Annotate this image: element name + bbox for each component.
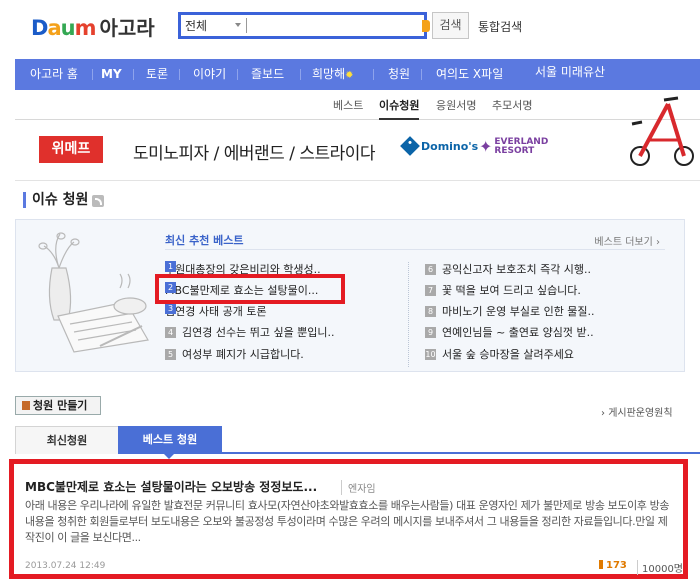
- search-divider: [246, 18, 247, 33]
- signature-count: 173: [599, 560, 627, 571]
- search-marker-icon: [422, 20, 430, 32]
- rank-title: 김연경 사태 공개 토론: [165, 305, 267, 318]
- list-item[interactable]: 4 김연경 선수는 뛰고 싶을 뿐입니..: [165, 324, 335, 340]
- rank-title: 연예인님들 ~ 출연료 양심껏 받..: [442, 326, 594, 339]
- list-item[interactable]: 5 여성부 폐지가 시급합니다.: [165, 346, 304, 362]
- dominos-logo: Domino's: [400, 136, 479, 156]
- rank-number: 8: [425, 306, 436, 317]
- rank-number: 6: [425, 264, 436, 275]
- daum-agora-logo[interactable]: Daum 아고라: [31, 12, 155, 41]
- nav-divider: [92, 69, 93, 80]
- make-petition-label: 청원 만들기: [33, 399, 88, 412]
- rank-number: 9: [425, 327, 436, 338]
- best-more-label: 베스트 더보기: [594, 237, 653, 248]
- nav-divider: [133, 69, 134, 80]
- search-scope-select[interactable]: 전체: [185, 17, 243, 34]
- list-item[interactable]: 8 마비노기 운영 부실로 인한 물질..: [425, 303, 595, 319]
- nav-divider: [179, 69, 180, 80]
- wemep-logo: 위메프: [39, 136, 103, 163]
- rank-number: 1: [165, 261, 176, 272]
- nav-item-agora-home[interactable]: 아고라 홈: [30, 59, 78, 90]
- rank-number: 5: [165, 349, 176, 360]
- list-item[interactable]: 9 연예인님들 ~ 출연료 양심껏 받..: [425, 324, 594, 340]
- list-item[interactable]: 3 김연경 사태 공개 토론: [165, 303, 267, 319]
- nav-item-yeouido-xfile[interactable]: 여의도 X파일: [436, 59, 503, 90]
- rank-title: 마비노기 운영 부실로 인한 물질..: [442, 305, 595, 318]
- main-nav: 아고라 홈 MY 토론 이야기 즐보드 희망해✹ 청원 여의도 X파일 서울 미…: [15, 59, 700, 90]
- list-item[interactable]: 10 서울 숲 승마장을 살려주세요: [425, 346, 574, 362]
- nav-item-hope-label: 희망해: [312, 67, 346, 81]
- section-title-issue-petition: 이슈 청원: [23, 192, 88, 208]
- nav-item-petition[interactable]: 청원: [388, 59, 410, 90]
- ad-text: 도미노피자 / 에버랜드 / 스트라이다: [133, 144, 376, 164]
- everland-name: EVERLAND RESORT: [494, 137, 548, 156]
- tab-latest-petition[interactable]: 최신청원: [15, 426, 119, 454]
- daum-logo: Daum: [31, 16, 96, 40]
- nav-item-hope[interactable]: 희망해✹: [312, 59, 354, 90]
- rank-title: 서울 숲 승마장을 살려주세요: [442, 348, 574, 361]
- post-author[interactable]: 엔자임: [341, 480, 376, 495]
- top-header: Daum 아고라 전체 검색 통합검색: [0, 0, 700, 56]
- make-petition-button[interactable]: 청원 만들기: [15, 396, 101, 415]
- total-search-link[interactable]: 통합검색: [478, 18, 522, 35]
- paper-vase-illustration: [38, 232, 149, 353]
- post-title[interactable]: MBC불만제로 효소는 설탕물이라는 오보방송 정정보도...: [25, 478, 317, 495]
- search-scope-label: 전체: [185, 19, 208, 33]
- signature-bar-icon: [599, 560, 603, 569]
- everland-logo: ✦ EVERLAND RESORT: [479, 137, 548, 156]
- signature-count-value: 173: [606, 560, 627, 571]
- sub-nav: 베스트 이슈청원 응원서명 추모서명: [15, 90, 700, 120]
- chevron-down-icon: [235, 23, 241, 27]
- rank-title: 여성부 폐지가 시급합니다.: [182, 348, 304, 361]
- list-item[interactable]: 6 공익신고자 보호조치 즉각 시행..: [425, 261, 591, 277]
- nav-divider: [373, 69, 374, 80]
- nav-divider: [300, 69, 301, 80]
- best-more-link[interactable]: 베스트 더보기 ›: [594, 233, 660, 248]
- petition-tabs: 최신청원 베스트 청원: [15, 426, 700, 459]
- dominos-name: Domino's: [421, 139, 479, 153]
- list-item[interactable]: 7 꽃 떡을 보여 드리고 싶습니다.: [425, 282, 581, 298]
- sun-icon: ✹: [345, 70, 354, 81]
- highlight-box: [155, 274, 345, 304]
- rank-number: 7: [425, 285, 436, 296]
- rank-title: 공익신고자 보호조치 즉각 시행..: [442, 263, 592, 276]
- rank-number: 4: [165, 327, 176, 338]
- best-petition-box: 최신 추천 베스트 베스트 더보기 › 1 수원대총장의 갖은비리와 학생성.. …: [15, 219, 685, 372]
- bicycle-icon: [630, 96, 694, 166]
- nav-divider: [421, 69, 422, 80]
- rank-title: 김연경 선수는 뛰고 싶을 뿐입니..: [182, 326, 335, 339]
- star-icon: ✦: [479, 137, 493, 156]
- nav-item-my[interactable]: MY: [101, 59, 122, 90]
- board-rules-link[interactable]: › 게시판운영원칙: [601, 404, 673, 419]
- nav-item-board[interactable]: 즐보드: [251, 59, 284, 90]
- subnav-item-support-sign[interactable]: 응원서명: [436, 97, 476, 113]
- search-button[interactable]: 검색: [432, 12, 469, 39]
- nav-item-debate[interactable]: 토론: [146, 59, 168, 90]
- nav-item-seoul-heritage[interactable]: 서울 미래유산: [535, 63, 605, 80]
- agora-wordmark: 아고라: [99, 16, 155, 40]
- rank-number: 3: [165, 303, 176, 314]
- rank-title: 꽃 떡을 보여 드리고 싶습니다.: [442, 284, 581, 297]
- everland-name-line2: RESORT: [494, 145, 535, 156]
- post-date: 2013.07.24 12:49: [25, 561, 106, 571]
- dominos-tile-icon: [400, 136, 420, 156]
- subnav-item-best[interactable]: 베스트: [333, 97, 363, 113]
- tab-best-petition[interactable]: 베스트 청원: [118, 426, 222, 459]
- rank-number: 10: [425, 349, 436, 360]
- ad-banner[interactable]: 위메프 도미노피자 / 에버랜드 / 스트라이다 Domino's ✦ EVER…: [15, 121, 700, 181]
- pencil-icon: [22, 401, 30, 410]
- best-divider: [165, 249, 665, 250]
- nav-item-story[interactable]: 이야기: [193, 59, 226, 90]
- board-rules-label: 게시판운영원칙: [608, 408, 673, 419]
- post-body[interactable]: 아래 내용은 우리나라에 유일한 발효전문 커뮤니티 효사모(자연산야초와발효효…: [25, 498, 677, 546]
- subnav-item-issue-petition[interactable]: 이슈청원: [379, 97, 420, 120]
- rss-icon[interactable]: [92, 195, 104, 207]
- search-box[interactable]: 전체: [178, 12, 430, 39]
- subnav-item-memorial-sign[interactable]: 추모서명: [492, 97, 532, 113]
- petition-post: MBC불만제로 효소는 설탕물이라는 오보방송 정정보도... 엔자임 아래 내…: [9, 459, 688, 579]
- signature-goal: 10000명: [637, 560, 683, 575]
- nav-divider: [237, 69, 238, 80]
- column-divider: [408, 262, 409, 367]
- best-label: 최신 추천 베스트: [165, 234, 244, 247]
